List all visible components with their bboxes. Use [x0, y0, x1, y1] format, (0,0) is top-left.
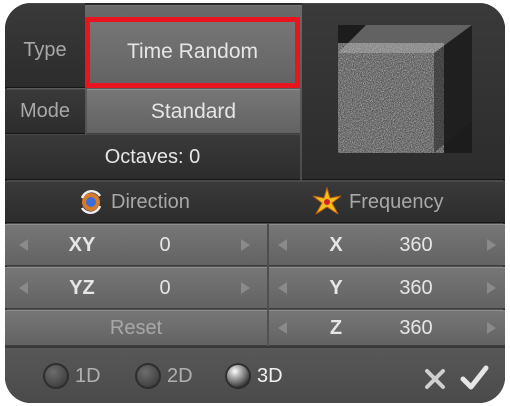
decrement-xy-icon[interactable] [19, 239, 28, 251]
z-axis-label: Z [329, 316, 343, 339]
mode-value: Standard [150, 99, 237, 123]
xy-value[interactable]: 0 [135, 224, 195, 266]
increment-yz-icon[interactable] [241, 282, 250, 294]
label-2d: 2D [167, 365, 193, 387]
confirm-icon[interactable] [459, 363, 489, 393]
y-value[interactable]: 360 [381, 267, 451, 309]
direction-header: Direction [111, 190, 190, 213]
octaves-label: Octaves: 0 [104, 145, 201, 168]
radio-2d[interactable] [135, 363, 161, 389]
label-3d: 3D [257, 365, 283, 387]
x-axis-label: X [329, 233, 343, 256]
decrement-x-icon[interactable] [278, 239, 287, 251]
increment-x-icon[interactable] [487, 239, 496, 251]
cancel-icon[interactable] [423, 367, 447, 391]
yz-axis-label: YZ [69, 276, 95, 299]
yz-value[interactable]: 0 [135, 267, 195, 309]
frequency-header: Frequency [349, 190, 444, 213]
increment-y-icon[interactable] [487, 282, 496, 294]
radio-3d[interactable] [225, 363, 251, 389]
increment-z-icon[interactable] [487, 322, 496, 334]
radio-1d[interactable] [43, 363, 69, 389]
decrement-yz-icon[interactable] [19, 282, 28, 294]
decrement-y-icon[interactable] [278, 282, 287, 294]
type-label: Type [23, 38, 67, 61]
noise-cube-preview [338, 25, 472, 153]
label-1d: 1D [75, 365, 101, 387]
noise-editor-panel: Type Time Random Mode Standard Octaves: … [5, 3, 505, 403]
frequency-icon [312, 187, 342, 215]
decrement-z-icon[interactable] [278, 322, 287, 334]
reset-label: Reset [109, 316, 163, 339]
direction-icon [80, 190, 102, 214]
xy-axis-label: XY [68, 233, 96, 256]
x-value[interactable]: 360 [381, 224, 451, 266]
mode-label: Mode [19, 100, 71, 122]
y-axis-label: Y [329, 276, 343, 299]
z-value[interactable]: 360 [381, 310, 451, 346]
type-value: Time Random [126, 40, 259, 63]
increment-xy-icon[interactable] [241, 239, 250, 251]
